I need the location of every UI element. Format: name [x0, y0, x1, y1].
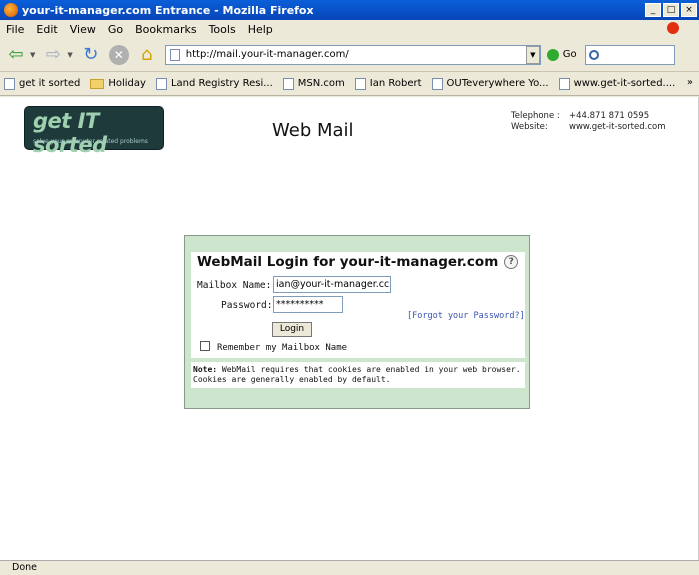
cookie-note: Note: WebMail requires that cookies are … — [191, 362, 525, 388]
search-icon — [588, 49, 599, 60]
window-title: your-it-manager.com Entrance - Mozilla F… — [22, 3, 314, 17]
telephone-label: Telephone : — [511, 111, 560, 121]
forward-arrow-icon[interactable]: ⇨ — [41, 43, 65, 67]
mailbox-name-input[interactable]: ian@your-it-manager.cc — [273, 276, 391, 293]
home-icon[interactable]: ⌂ — [135, 43, 159, 67]
bookmark-item[interactable]: www.get-it-sorted.... — [558, 77, 675, 90]
page-icon — [354, 77, 366, 90]
page-icon — [282, 77, 294, 90]
mailbox-name-label: Mailbox Name: — [197, 280, 272, 291]
back-history-dropdown-icon[interactable]: ▼ — [30, 51, 35, 59]
menu-bar: File Edit View Go Bookmarks Tools Help — [0, 20, 699, 38]
password-label: Password: — [221, 300, 273, 311]
url-bar[interactable]: http://mail.your-it-manager.com/ ▼ — [164, 44, 541, 65]
status-bar: Done — [0, 560, 699, 575]
contact-info: Telephone : +44.871 871 0595 Website: ww… — [511, 111, 666, 133]
menu-file[interactable]: File — [6, 23, 24, 36]
firefox-icon — [4, 3, 18, 17]
menu-go[interactable]: Go — [108, 23, 123, 36]
bookmarks-overflow-chevron-icon[interactable]: » — [687, 77, 693, 88]
menu-bookmarks[interactable]: Bookmarks — [135, 23, 196, 36]
stop-icon[interactable]: ✕ — [108, 44, 129, 65]
reload-icon[interactable]: ↻ — [79, 43, 103, 67]
navigation-toolbar: ⇦ ▼ ⇨ ▼ ↻ ✕ ⌂ http://mail.your-it-manage… — [0, 38, 699, 72]
logo-tagline: solve your computer related problems — [33, 138, 148, 145]
bookmark-item[interactable]: Ian Robert — [354, 77, 422, 90]
minimize-button[interactable]: _ — [645, 3, 661, 17]
page-icon — [155, 77, 167, 90]
help-icon[interactable]: ? — [504, 255, 519, 269]
telephone-value: +44.871 871 0595 — [569, 111, 650, 121]
bookmark-item[interactable]: MSN.com — [282, 77, 345, 90]
status-text: Done — [12, 562, 37, 573]
page-icon — [431, 77, 443, 90]
bookmark-item[interactable]: Land Registry Resi... — [155, 77, 273, 90]
close-window-button[interactable]: × — [681, 3, 697, 17]
window-title-bar: your-it-manager.com Entrance - Mozilla F… — [0, 0, 699, 20]
bookmarks-toolbar: get it sorted Holiday Land Registry Resi… — [0, 72, 699, 96]
menu-help[interactable]: Help — [248, 23, 273, 36]
logo-text: get IT sorted — [33, 109, 107, 157]
url-dropdown-icon[interactable]: ▼ — [525, 45, 540, 64]
bookmark-item[interactable]: get it sorted — [4, 77, 80, 90]
forgot-password-link[interactable]: [Forgot your Password?] — [407, 311, 525, 321]
menu-edit[interactable]: Edit — [36, 23, 57, 36]
note-label: Note: — [193, 365, 218, 374]
page-title: Web Mail — [272, 120, 354, 141]
url-text: http://mail.your-it-manager.com/ — [185, 49, 349, 60]
login-panel: WebMail Login for your-it-manager.com ? … — [184, 235, 530, 409]
page-icon — [558, 77, 570, 90]
go-label: Go — [562, 49, 577, 60]
page-icon — [169, 48, 180, 61]
website-value: www.get-it-sorted.com — [569, 122, 666, 132]
maximize-button[interactable]: □ — [663, 3, 679, 17]
search-input[interactable] — [584, 44, 675, 65]
go-button[interactable]: Go — [546, 48, 577, 61]
go-icon — [546, 48, 559, 61]
get-it-sorted-logo[interactable]: get IT sorted solve your computer relate… — [24, 106, 164, 157]
remember-mailbox-checkbox[interactable] — [200, 341, 210, 351]
password-input[interactable]: ********** — [273, 296, 343, 313]
bookmark-item[interactable]: OUTeverywhere Yo... — [431, 77, 549, 90]
note-text: WebMail requires that cookies are enable… — [193, 365, 521, 384]
activity-throbber-icon — [667, 22, 679, 34]
login-form: WebMail Login for your-it-manager.com ? … — [191, 252, 525, 358]
bookmark-folder[interactable]: Holiday — [90, 78, 146, 89]
page-icon — [4, 77, 15, 90]
website-label: Website: — [511, 122, 548, 132]
login-heading: WebMail Login for your-it-manager.com ? — [197, 254, 519, 270]
folder-icon — [90, 78, 105, 89]
remember-mailbox-label: Remember my Mailbox Name — [217, 343, 348, 353]
menu-tools[interactable]: Tools — [209, 23, 236, 36]
back-arrow-icon[interactable]: ⇦ — [4, 43, 28, 67]
menu-view[interactable]: View — [70, 23, 96, 36]
forward-history-dropdown-icon[interactable]: ▼ — [67, 51, 72, 59]
login-button[interactable]: Login — [272, 322, 312, 337]
page-content: get IT sorted solve your computer relate… — [0, 97, 699, 560]
